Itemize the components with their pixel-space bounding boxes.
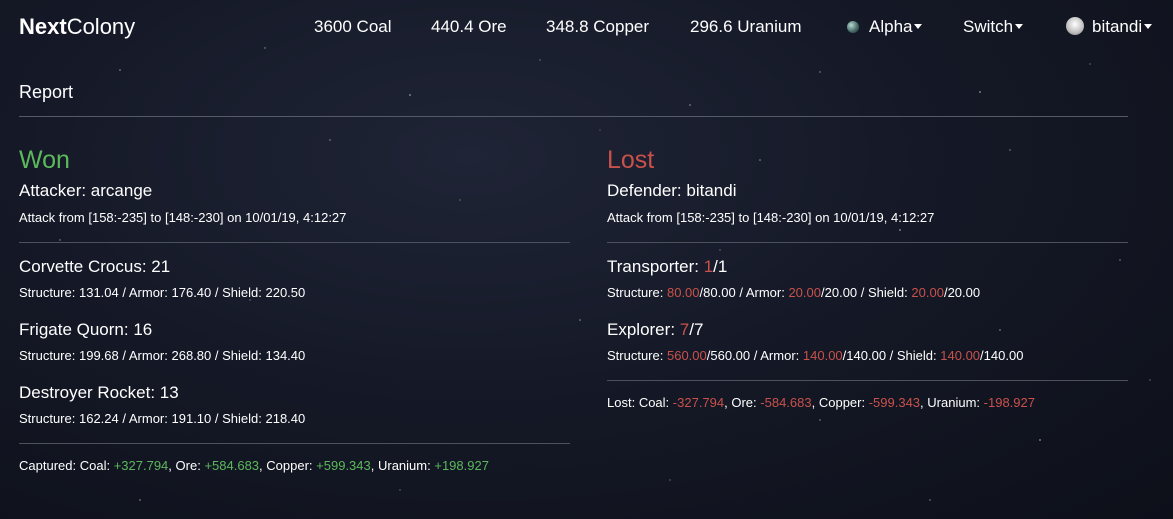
ship-title: Corvette Crocus: 21 [19,257,171,276]
ship-entry: Destroyer Rocket: 13 Structure: 162.24 /… [19,383,570,446]
ship-stats: Structure: 199.68 / Armor: 268.80 / Shie… [19,348,306,363]
defender-column: Lost Defender: bitandi Attack from [158:… [607,146,1128,410]
avatar-icon [1066,17,1084,35]
planet-icon [847,21,859,33]
ship-entry: Transporter: 1/1 Structure: 80.00/80.00 … [607,257,1128,320]
attacker-column: Won Attacker: arcange Attack from [158:-… [19,146,570,473]
switch-dropdown[interactable]: Switch [963,17,1024,37]
result-heading-won: Won [19,146,70,174]
brand-regular: Colony [66,14,136,39]
section-divider [19,443,570,444]
switch-dropdown-label: Switch [963,17,1014,36]
caret-down-icon [1015,24,1024,29]
ship-entry: Corvette Crocus: 21 Structure: 131.04 / … [19,257,570,320]
ship-title: Destroyer Rocket: 13 [19,383,179,402]
resource-ore: 440.4 Ore [431,17,507,36]
ship-entry: Explorer: 7/7 Structure: 560.00/560.00 /… [607,320,1128,383]
ship-stats: Structure: 560.00/560.00 / Armor: 140.00… [607,348,1024,363]
attacker-name: Attacker: arcange [19,181,153,200]
section-divider [607,242,1128,243]
lost-summary: Lost: Coal: -327.794, Ore: -584.683, Cop… [607,395,1035,410]
result-heading-lost: Lost [607,146,655,174]
user-dropdown[interactable]: bitandi [1066,17,1153,37]
brand-bold: Next [19,14,67,39]
defender-name: Defender: bitandi [607,181,737,200]
user-dropdown-label: bitandi [1092,17,1143,36]
ship-entry: Frigate Quorn: 16 Structure: 199.68 / Ar… [19,320,570,383]
attack-details: Attack from [158:-235] to [148:-230] on … [607,210,935,225]
ship-title: Explorer: 7/7 [607,320,704,339]
ship-stats: Structure: 131.04 / Armor: 176.40 / Shie… [19,285,306,300]
brand-logo[interactable]: NextColony [19,14,135,40]
section-divider [607,380,1128,381]
captured-summary: Captured: Coal: +327.794, Ore: +584.683,… [19,458,489,473]
caret-down-icon [1144,24,1153,29]
title-divider [19,116,1128,117]
resource-copper: 348.8 Copper [546,17,650,36]
planet-dropdown-label: Alpha [869,17,913,36]
caret-down-icon [914,24,923,29]
resource-uranium: 296.6 Uranium [690,17,802,36]
resource-coal: 3600 Coal [314,17,392,36]
ship-stats: Structure: 80.00/80.00 / Armor: 20.00/20… [607,285,981,300]
ship-stats: Structure: 162.24 / Armor: 191.10 / Shie… [19,411,306,426]
page-title: Report [19,82,74,102]
planet-dropdown[interactable]: Alpha [847,17,923,37]
section-divider [19,242,570,243]
top-navbar: NextColony 3600 Coal 440.4 Ore 348.8 Cop… [0,0,1173,54]
ship-title: Frigate Quorn: 16 [19,320,153,339]
ship-title: Transporter: 1/1 [607,257,728,276]
attack-details: Attack from [158:-235] to [148:-230] on … [19,210,347,225]
